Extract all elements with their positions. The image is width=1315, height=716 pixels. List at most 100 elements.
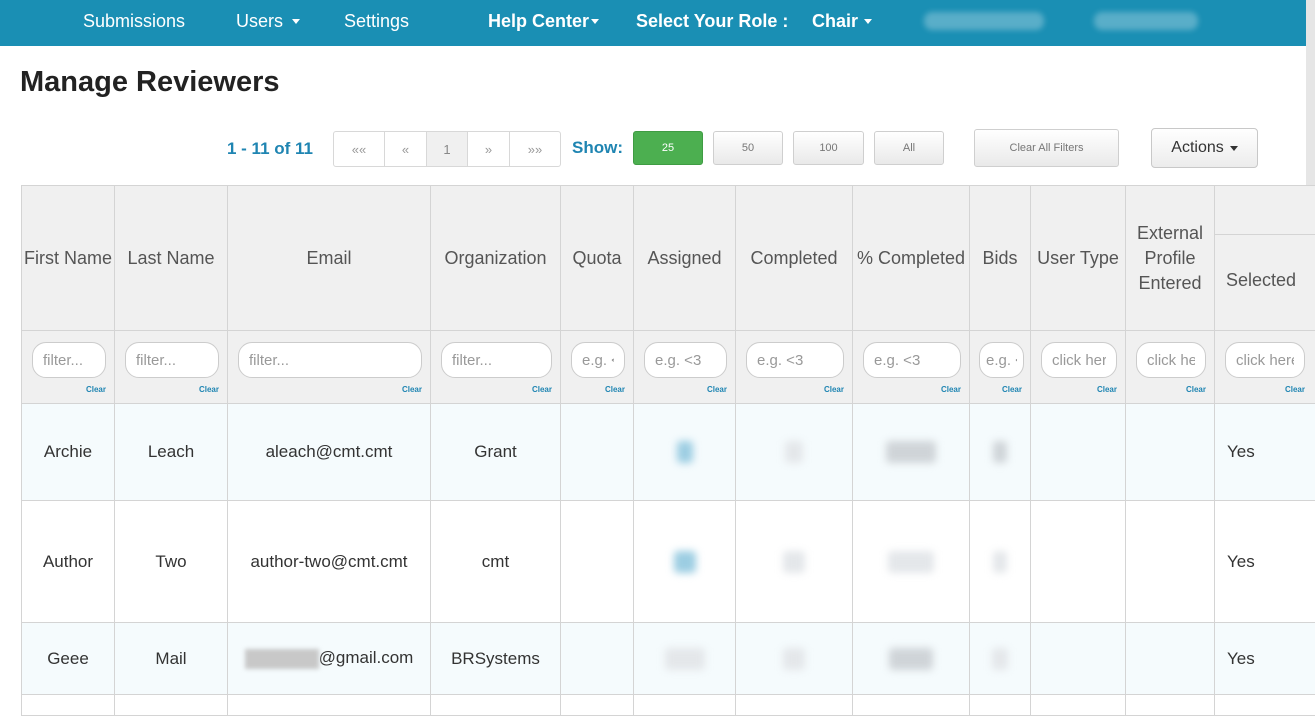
cell-user-type [1031, 404, 1126, 501]
cell-assigned[interactable] [634, 404, 736, 501]
cell-first-name: Archie [22, 404, 115, 501]
table-row[interactable] [22, 695, 1315, 716]
cell-last-name [115, 695, 228, 716]
cell-selected: Yes [1215, 623, 1315, 695]
clear-quota-link[interactable]: Clear [605, 385, 625, 394]
clear-organization-link[interactable]: Clear [532, 385, 552, 394]
show-100-button[interactable]: 100 [793, 131, 864, 165]
cell-quota [561, 695, 634, 716]
caret-down-icon [1230, 146, 1238, 151]
cell-assigned[interactable] [634, 623, 736, 695]
clear-completed-link[interactable]: Clear [824, 385, 844, 394]
cell-user-type [1031, 695, 1126, 716]
show-all-button[interactable]: All [874, 131, 944, 165]
redacted-value [674, 551, 696, 573]
clear-user-type-link[interactable]: Clear [1097, 385, 1117, 394]
filter-first-name-input[interactable] [32, 342, 106, 378]
cell-bids [970, 623, 1031, 695]
cell-percent-completed [853, 501, 970, 623]
col-header-assigned[interactable]: Assigned [634, 186, 736, 331]
cell-organization: cmt [431, 501, 561, 623]
clear-external-profile-link[interactable]: Clear [1186, 385, 1206, 394]
col-header-selected[interactable]: Selected [1215, 186, 1315, 331]
clear-bids-link[interactable]: Clear [1002, 385, 1022, 394]
table-row[interactable]: Archie Leach aleach@cmt.cmt Grant Yes [22, 404, 1315, 501]
col-header-completed[interactable]: Completed [736, 186, 853, 331]
pagination: «« « 1 » »» [333, 131, 561, 167]
redacted-value [785, 441, 803, 463]
col-header-bids[interactable]: Bids [970, 186, 1031, 331]
show-label: Show: [572, 138, 623, 158]
redacted-value [665, 648, 705, 670]
clear-first-name-link[interactable]: Clear [86, 385, 106, 394]
cell-organization [431, 695, 561, 716]
role-dropdown[interactable]: Chair [812, 11, 872, 32]
nav-submissions[interactable]: Submissions [83, 11, 185, 32]
show-50-button[interactable]: 50 [713, 131, 783, 165]
page-1-button[interactable]: 1 [427, 132, 468, 166]
filter-external-profile-input[interactable] [1136, 342, 1206, 378]
table-row[interactable]: Geee Mail @gmail.com BRSystems Yes [22, 623, 1315, 695]
filter-selected-input[interactable] [1225, 342, 1305, 378]
col-header-email[interactable]: Email [228, 186, 431, 331]
cell-first-name: Author [22, 501, 115, 623]
caret-down-icon [864, 19, 872, 24]
redacted-value [888, 551, 934, 573]
filter-completed-input[interactable] [746, 342, 844, 378]
cell-completed [736, 404, 853, 501]
cell-email [228, 695, 431, 716]
filter-quota-input[interactable] [571, 342, 625, 378]
redacted-value [886, 441, 936, 463]
cell-quota [561, 404, 634, 501]
cell-selected: Yes [1215, 404, 1315, 501]
clear-last-name-link[interactable]: Clear [199, 385, 219, 394]
filter-bids-input[interactable] [979, 342, 1024, 378]
col-header-first-name[interactable]: First Name [22, 186, 115, 331]
next-page-button[interactable]: » [468, 132, 510, 166]
clear-assigned-link[interactable]: Clear [707, 385, 727, 394]
filter-email-input[interactable] [238, 342, 422, 378]
col-header-quota[interactable]: Quota [561, 186, 634, 331]
redacted-email-user [245, 649, 319, 669]
cell-selected [1215, 695, 1315, 716]
col-header-external-profile[interactable]: External Profile Entered [1126, 186, 1215, 331]
clear-all-filters-button[interactable]: Clear All Filters [974, 129, 1119, 167]
clear-percent-completed-link[interactable]: Clear [941, 385, 961, 394]
table-row[interactable]: Author Two author-two@cmt.cmt cmt Yes [22, 501, 1315, 623]
filter-assigned-input[interactable] [644, 342, 727, 378]
filter-percent-completed-input[interactable] [863, 342, 961, 378]
redacted-value [677, 441, 693, 463]
cell-assigned[interactable] [634, 501, 736, 623]
nav-settings-label: Settings [344, 11, 409, 32]
col-header-organization[interactable]: Organization [431, 186, 561, 331]
clear-email-link[interactable]: Clear [402, 385, 422, 394]
col-header-percent-completed[interactable]: % Completed [853, 186, 970, 331]
last-page-button[interactable]: »» [510, 132, 560, 166]
filter-user-type-input[interactable] [1041, 342, 1117, 378]
cell-external-profile [1126, 404, 1215, 501]
prev-page-button[interactable]: « [385, 132, 427, 166]
caret-down-icon [292, 19, 300, 24]
filter-organization-input[interactable] [441, 342, 552, 378]
col-header-user-type[interactable]: User Type [1031, 186, 1126, 331]
top-navbar: Submissions Users Settings Help Center S… [0, 0, 1306, 46]
first-page-button[interactable]: «« [334, 132, 385, 166]
nav-users-dropdown[interactable]: Users [236, 11, 300, 32]
filter-last-name-input[interactable] [125, 342, 219, 378]
cell-bids [970, 695, 1031, 716]
cell-first-name [22, 695, 115, 716]
cell-bids [970, 404, 1031, 501]
col-header-last-name[interactable]: Last Name [115, 186, 228, 331]
cell-email: author-two@cmt.cmt [228, 501, 431, 623]
clear-selected-link[interactable]: Clear [1285, 385, 1305, 394]
cell-organization: BRSystems [431, 623, 561, 695]
show-25-button[interactable]: 25 [633, 131, 703, 165]
cell-assigned [634, 695, 736, 716]
cell-first-name: Geee [22, 623, 115, 695]
role-label-text: Select Your Role : [636, 11, 788, 32]
nav-settings[interactable]: Settings [344, 11, 409, 32]
actions-dropdown-button[interactable]: Actions [1151, 128, 1258, 168]
nav-help-center-dropdown[interactable]: Help Center [488, 11, 599, 32]
redacted-user-menu [1094, 12, 1198, 30]
cell-completed [736, 623, 853, 695]
